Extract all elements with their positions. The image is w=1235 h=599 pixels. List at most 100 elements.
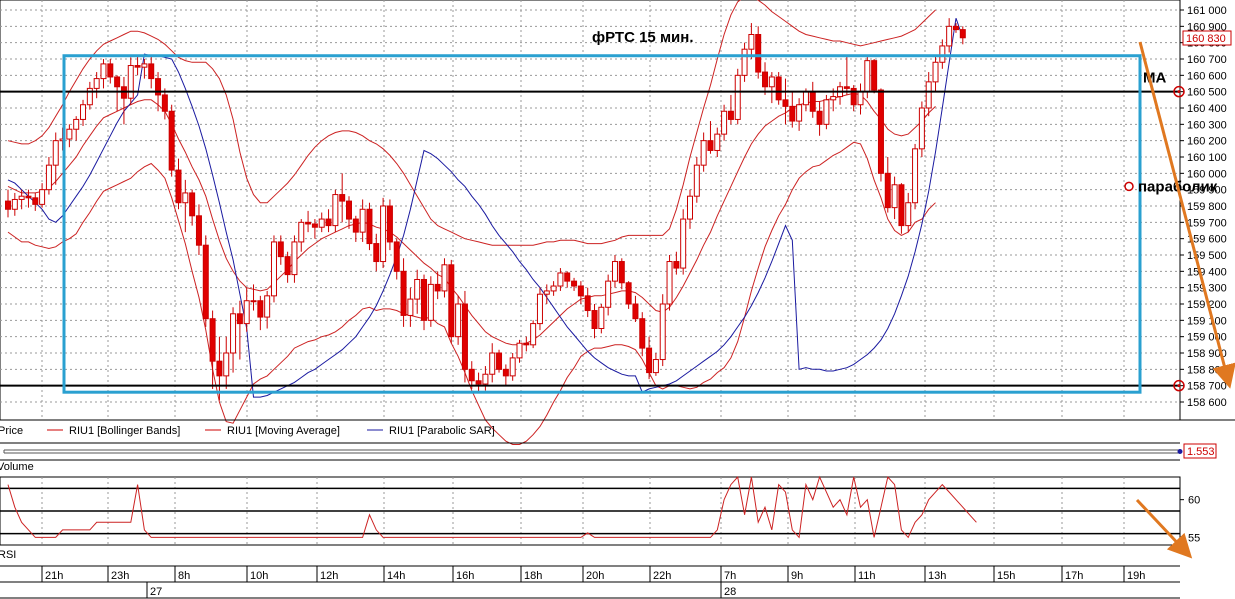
candle-down [496,352,503,370]
candle-down [673,261,680,269]
price-y-tick-label: 159 400 [1187,266,1227,278]
candle-up [605,280,612,308]
price-y-tick-label: 159 000 [1187,332,1227,344]
candle-down [134,65,141,68]
candle-up [318,218,325,228]
candle-up [182,192,189,204]
candle-down [502,368,509,377]
hour-label: 15h [997,570,1015,582]
time-axis: 21h 23h 8h 10h 12h 14h 16h 18h 20h 22h 7h 9h 11h 13h 1… [0,565,1180,599]
candle-down [236,313,243,325]
current-price-badge: 160 830 [1182,30,1232,46]
candle-up [509,357,516,377]
candle-down [877,89,884,174]
candle-down [32,197,39,205]
candle-up [543,290,550,295]
current-price-label: 160 830 [1186,33,1226,45]
candle-down [366,208,373,245]
volume-marker [1177,449,1183,454]
candle-down [625,282,632,305]
candle-up [332,194,339,227]
rsi-label: RSI [0,549,16,561]
legend-item: RIU1 [Bollinger Bands] [69,425,180,437]
candle-down [339,194,346,202]
candle-down [352,218,359,233]
candle-down [434,283,441,292]
hour-label: 10h [250,570,268,582]
price-y-tick-label: 161 000 [1187,5,1227,17]
candle-up [530,323,537,346]
candle-up [45,164,52,191]
day-label: 28 [724,586,736,598]
legend-item: RIU1 [Parabolic SAR] [389,425,495,437]
candle-up [693,164,700,197]
candle-up [734,74,741,120]
volume-strip: 1.553 Volume [0,442,1217,473]
indicator-badge: 1.553 [1187,446,1215,458]
hour-label: 20h [586,570,604,582]
day-label: 27 [150,586,162,598]
candle-down [646,347,653,374]
candle-up [141,63,148,68]
candle-up [291,241,298,276]
candle-up [230,313,237,354]
candle-down [209,318,216,362]
candle-down [107,63,114,78]
candle-down [762,71,769,88]
candle-down [639,318,646,349]
candle-up [939,45,946,63]
candle-up [611,261,618,282]
candle-up [455,303,462,338]
candle-up [918,107,925,150]
hour-label: 23h [111,570,129,582]
candle-down [591,310,598,329]
candle-up [598,306,605,329]
candle-down [468,368,475,382]
candle-down [305,221,312,225]
price-y-tick-label: 158 700 [1187,381,1227,393]
price-y-tick-label: 160 700 [1187,54,1227,66]
candle-down [168,110,175,171]
candle-up [18,195,25,200]
candle-down [475,380,482,385]
rsi-y-tick-label: 60 [1188,495,1200,507]
candle-up [39,189,46,205]
hour-label: 21h [45,570,63,582]
candle-up [932,61,939,83]
candle-up [243,300,250,325]
candle-up [414,279,421,300]
candle-down [311,223,318,228]
candle-up [680,218,687,269]
candle-down [393,241,400,272]
candle-up [687,195,693,220]
candle-down [189,192,196,217]
candle-down [161,94,168,112]
candle-down [871,60,878,91]
candle-up [891,184,898,209]
candle-up [721,110,728,135]
candle-down [202,244,209,320]
candle-up [441,264,448,292]
candle-down [25,195,32,199]
chart-canvas: 161 000160 900160 800160 700160 600160 5… [0,0,1235,599]
hour-label: 8h [178,570,190,582]
candle-down [148,63,155,80]
candle-up [66,128,73,140]
price-y-tick-label: 159 300 [1187,283,1227,295]
candle-up [802,91,809,106]
candle-up [270,241,277,297]
candle-up [741,48,748,76]
candle-up [93,78,100,89]
price-y-tick-label: 158 800 [1187,364,1227,376]
legend: Price RIU1 [Bollinger Bands] RIU1 [Moving … [0,419,1235,437]
candle-up [925,81,932,109]
hour-label: 22h [653,570,671,582]
candle-down [571,280,578,287]
volume-label: Volume [0,461,34,473]
candle-down [577,285,584,297]
price-y-tick-label: 160 200 [1187,136,1227,148]
price-y-tick-label: 160 400 [1187,103,1227,115]
candle-up [796,104,803,122]
hour-label: 14h [387,570,405,582]
candle-up [557,272,564,287]
